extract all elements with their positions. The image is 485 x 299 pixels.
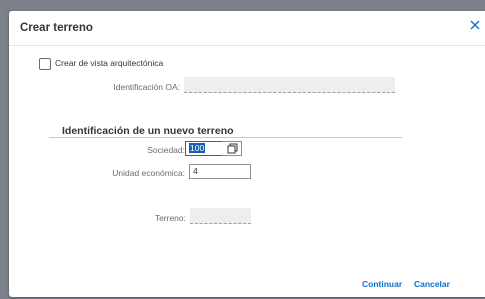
section-title-new-land: Identificación de un nuevo terreno <box>62 125 234 137</box>
continue-button[interactable]: Continuar <box>362 279 402 289</box>
close-icon[interactable] <box>468 19 482 33</box>
create-land-dialog: Crear terreno Crear de vista arquitectón… <box>9 11 485 297</box>
section-divider <box>49 137 402 138</box>
company-input[interactable]: 100 <box>185 141 223 156</box>
value-help-button[interactable] <box>222 141 242 156</box>
dialog-header: Crear terreno <box>9 11 485 46</box>
land-field <box>190 208 251 224</box>
oa-id-field <box>184 77 395 93</box>
cancel-button[interactable]: Cancelar <box>414 279 450 289</box>
dialog-title: Crear terreno <box>20 22 93 34</box>
company-input-value: 100 <box>189 143 206 153</box>
value-help-icon <box>227 143 238 154</box>
land-label: Terreno: <box>154 213 186 223</box>
close-icon-glyph <box>470 20 480 30</box>
econ-unit-label: Unidad económica: <box>112 168 185 178</box>
econ-unit-input[interactable]: 4 <box>189 164 251 179</box>
company-label: Sociedad: <box>147 145 185 155</box>
arch-view-checkbox-label: Crear de vista arquitectónica <box>55 58 164 68</box>
arch-view-checkbox[interactable] <box>39 58 51 70</box>
oa-id-label: Identificación OA: <box>113 82 180 92</box>
